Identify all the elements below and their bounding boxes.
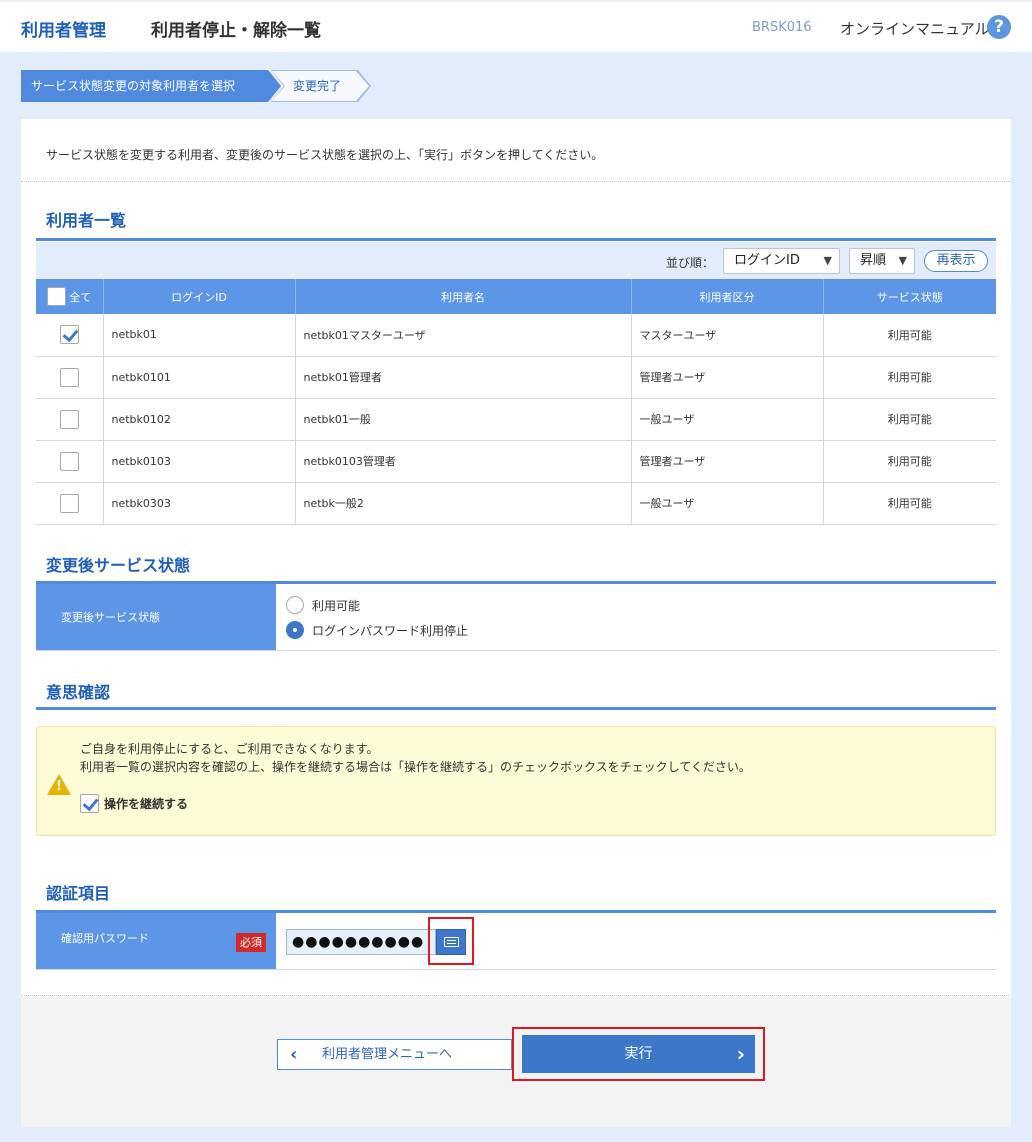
sort-field-value: ログインID: [734, 253, 800, 268]
cell-service-status: 利用可能: [823, 482, 996, 525]
option-available-label: 利用可能: [312, 598, 361, 613]
cell-user-name: netbk一般2: [295, 482, 632, 525]
cell-user-type: 一般ユーザ: [631, 398, 824, 441]
select-all-label: 全て: [69, 290, 92, 304]
table-row: netbk0303 netbk一般2 一般ユーザ 利用可能: [36, 482, 996, 525]
page-title: 利用者停止・解除一覧: [151, 21, 321, 41]
step-complete: 変更完了: [272, 71, 369, 101]
cell-service-status: 利用可能: [823, 398, 996, 441]
divider: [21, 181, 1011, 182]
warning-message-2: 利用者一覧の選択内容を確認の上、操作を継続する場合は「操作を継続する」のチェック…: [80, 760, 751, 774]
option-available[interactable]: 利用可能: [286, 596, 360, 614]
column-header-user-name: 利用者名: [295, 279, 632, 314]
confirm-title: 意思確認: [46, 683, 111, 702]
section-underline: [36, 707, 996, 710]
execute-button-label: 実行: [624, 1046, 653, 1062]
row-checkbox[interactable]: [59, 493, 79, 513]
back-button-label: 利用者管理メニューへ: [322, 1047, 453, 1062]
row-checkbox[interactable]: [59, 325, 79, 345]
cell-user-type: 管理者ユーザ: [631, 356, 824, 399]
page-header: 利用者管理 利用者停止・解除一覧 BRSK016 オンラインマニュアル ?: [0, 0, 1032, 52]
row-checkbox[interactable]: [59, 409, 79, 429]
intro-text: サービス状態を変更する利用者、変更後のサービス状態を選択の上、「実行」ボタンを押…: [46, 148, 604, 162]
online-manual-link[interactable]: オンラインマニュアル: [840, 18, 990, 39]
cell-user-name: netbk01管理者: [295, 356, 632, 399]
select-all-checkbox[interactable]: [47, 287, 67, 306]
continue-label: 操作を継続する: [104, 797, 189, 811]
select-all-header: 全て: [36, 279, 104, 314]
dropdown-arrow-icon: ▼: [898, 254, 907, 267]
sort-label: 並び順：: [666, 256, 715, 270]
cell-login-id: netbk0101: [103, 356, 296, 399]
password-label-text: 確認用パスワード: [61, 932, 149, 945]
sort-order-select[interactable]: 昇順 ▼: [849, 248, 915, 274]
cell-user-type: 一般ユーザ: [631, 482, 824, 525]
cell-login-id: netbk0102: [103, 398, 296, 441]
radio-available[interactable]: [286, 596, 304, 614]
auth-title: 認証項目: [46, 884, 111, 903]
warning-icon: !: [47, 774, 71, 795]
cell-service-status: 利用可能: [823, 356, 996, 399]
cell-login-id: netbk0103: [103, 440, 296, 483]
main-panel: サービス状態を変更する利用者、変更後のサービス状態を選択の上、「実行」ボタンを押…: [21, 119, 1011, 1127]
warning-message-1: ご自身を利用停止にすると、ご利用できなくなります。: [80, 742, 379, 756]
cell-login-id: netbk0303: [103, 482, 296, 525]
cell-service-status: 利用可能: [823, 440, 996, 483]
password-label: 確認用パスワード 必須: [36, 913, 276, 969]
back-to-menu-button[interactable]: ‹ 利用者管理メニューへ: [277, 1039, 512, 1070]
cell-user-name: netbk01一般: [295, 398, 632, 441]
cell-service-status: 利用可能: [823, 314, 996, 357]
column-header-login-id: ログインID: [103, 279, 296, 314]
section-underline: [36, 238, 996, 241]
chevron-right-icon: ›: [736, 1042, 745, 1066]
page-category: 利用者管理: [21, 21, 106, 41]
sort-field-select[interactable]: ログインID ▼: [723, 248, 840, 274]
sort-order-value: 昇順: [860, 253, 887, 268]
table-row: netbk0101 netbk01管理者 管理者ユーザ 利用可能: [36, 356, 996, 399]
chevron-left-icon: ‹: [290, 1044, 298, 1065]
execute-button[interactable]: 実行 ›: [522, 1035, 755, 1073]
continue-operation[interactable]: 操作を継続する: [80, 794, 188, 813]
refresh-button[interactable]: 再表示: [924, 250, 988, 272]
cell-login-id: netbk01: [103, 314, 296, 357]
cell-user-name: netbk01マスターユーザ: [295, 314, 632, 357]
step-select-users: サービス状態変更の対象利用者を選択: [21, 70, 281, 102]
sort-bar: 並び順： ログインID ▼ 昇順 ▼ 再表示: [36, 242, 996, 279]
password-input[interactable]: ●●●●●●●●●●: [286, 929, 436, 955]
table-header-row: 全て ログインID 利用者名 利用者区分 サービス状態: [36, 279, 996, 314]
password-row: 確認用パスワード 必須 ●●●●●●●●●●: [36, 913, 996, 970]
keyboard-highlight-box: [428, 917, 474, 965]
continue-checkbox[interactable]: [80, 794, 99, 813]
cell-user-type: 管理者ユーザ: [631, 440, 824, 483]
row-checkbox[interactable]: [59, 451, 79, 471]
table-row: netbk01 netbk01マスターユーザ マスターユーザ 利用可能: [36, 314, 996, 357]
dropdown-arrow-icon: ▼: [823, 254, 832, 267]
user-list-title: 利用者一覧: [46, 211, 127, 230]
user-table: 全て ログインID 利用者名 利用者区分 サービス状態 netbk01 netb…: [36, 279, 996, 525]
option-password-suspended[interactable]: ログインパスワード利用停止: [286, 621, 468, 639]
table-row: netbk0102 netbk01一般 一般ユーザ 利用可能: [36, 398, 996, 441]
cell-user-name: netbk0103管理者: [295, 440, 632, 483]
radio-password-suspended[interactable]: [286, 621, 304, 639]
column-header-service-status: サービス状態: [823, 279, 996, 314]
column-header-user-type: 利用者区分: [631, 279, 824, 314]
help-icon[interactable]: ?: [987, 15, 1011, 39]
service-status-title: 変更後サービス状態: [46, 556, 191, 575]
screen-code: BRSK016: [752, 20, 812, 35]
table-row: netbk0103 netbk0103管理者 管理者ユーザ 利用可能: [36, 440, 996, 483]
option-password-suspended-label: ログインパスワード利用停止: [312, 623, 469, 638]
warning-box: ! ご自身を利用停止にすると、ご利用できなくなります。 利用者一覧の選択内容を確…: [36, 726, 996, 836]
button-area: ‹ 利用者管理メニューへ 実行 ›: [21, 996, 1011, 1127]
required-badge: 必須: [236, 933, 266, 952]
service-status-label: 変更後サービス状態: [36, 584, 276, 650]
cell-user-type: マスターユーザ: [631, 314, 824, 357]
service-status-row: 変更後サービス状態 利用可能 ログインパスワード利用停止: [36, 584, 996, 651]
row-checkbox[interactable]: [59, 367, 79, 387]
